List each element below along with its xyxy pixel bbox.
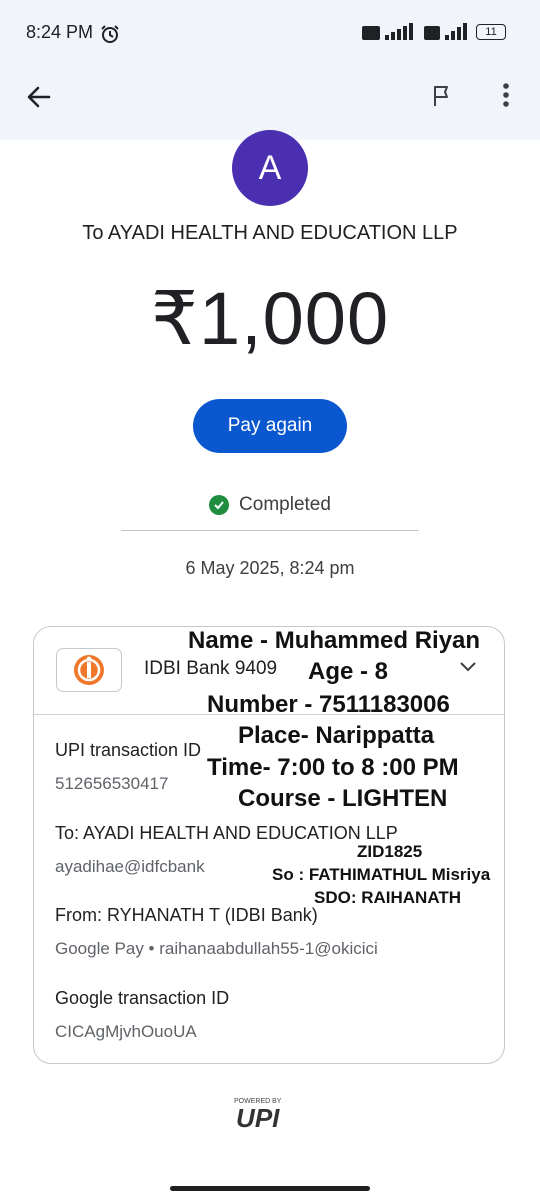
flag-icon[interactable]	[430, 84, 454, 113]
payment-amount: ₹1,000	[150, 277, 390, 360]
overlay-zid: ZID1825	[357, 842, 423, 861]
google-txn-label: Google transaction ID	[55, 988, 230, 1008]
from-label: From: RYHANATH T (IDBI Bank)	[55, 905, 318, 925]
upi-logo: POWERED BY UPI	[234, 1098, 281, 1131]
overlay-number: Number - 7511183006	[207, 691, 450, 718]
to-label: To: AYADI HEALTH AND EDUCATION LLP	[55, 823, 398, 843]
alarm-icon	[100, 24, 120, 49]
status-time: 8:24 PM	[26, 22, 94, 42]
transaction-date: 6 May 2025, 8:24 pm	[185, 558, 355, 578]
overlay-time: Time- 7:00 to 8 :00 PM	[207, 754, 459, 781]
battery-icon: 11	[476, 24, 506, 40]
signal-2-icon	[424, 20, 470, 49]
pay-again-button[interactable]: Pay again	[193, 399, 347, 453]
check-circle-icon	[209, 495, 230, 515]
more-vert-icon[interactable]	[500, 82, 512, 115]
back-arrow-icon[interactable]	[24, 82, 54, 112]
upi-id-value: 512656530417	[55, 774, 169, 793]
overlay-sdo: SDO: RAIHANATH	[314, 888, 462, 907]
idbi-bank-logo-icon	[56, 648, 122, 692]
bank-account: IDBI Bank 9409	[144, 658, 278, 679]
overlay-age: Age - 8	[308, 658, 389, 685]
upi-id-label: UPI transaction ID	[55, 740, 202, 760]
payee-avatar: A	[232, 130, 308, 206]
to-value: ayadihae@idfcbank	[55, 857, 205, 876]
status-row: Completed	[0, 494, 540, 516]
overlay-name: Name - Muhammed Riyan	[188, 627, 481, 654]
overlay-so: So : FATHIMATHUL Misriya	[272, 865, 491, 884]
divider	[121, 530, 419, 531]
battery-level: 11	[485, 26, 497, 38]
home-indicator[interactable]	[170, 1186, 370, 1191]
signal-icon	[362, 20, 420, 49]
status-text: Completed	[239, 494, 331, 515]
recipient-name: To AYADI HEALTH AND EDUCATION LLP	[82, 222, 458, 244]
overlay-course: Course - LIGHTEN	[238, 785, 448, 812]
overlay-place: Place- Narippatta	[238, 722, 435, 749]
google-txn-value: CICAgMjvhOuoUA	[55, 1022, 197, 1041]
from-value: Google Pay • raihanaabdullah55-1@okicici	[55, 939, 378, 958]
chevron-down-icon[interactable]	[458, 660, 478, 679]
upi-wordmark: UPI	[236, 1103, 280, 1133]
